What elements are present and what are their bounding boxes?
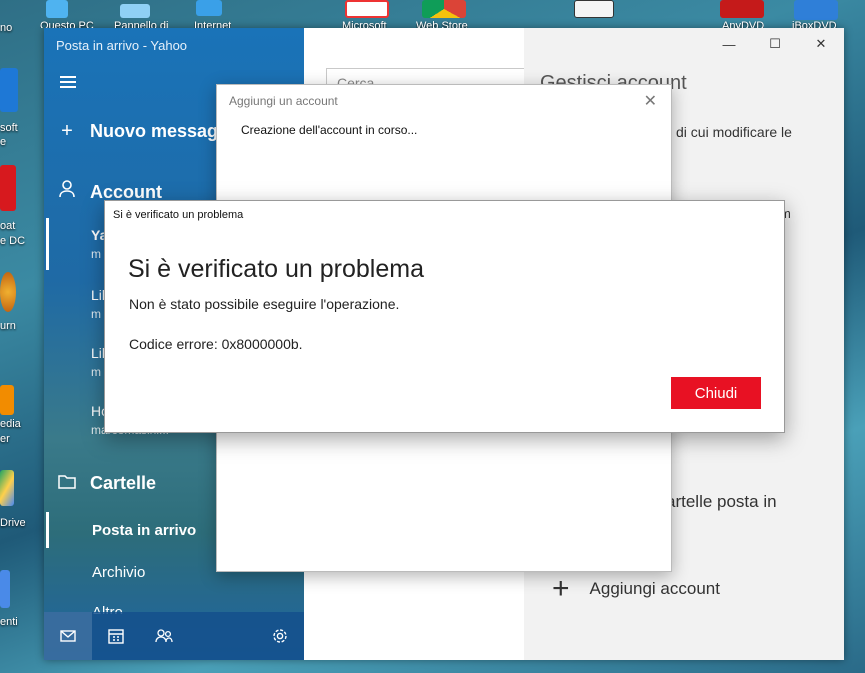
desktop-label-2: e bbox=[0, 136, 7, 148]
minimize-button[interactable]: — bbox=[706, 28, 752, 60]
calendar-icon[interactable] bbox=[92, 612, 140, 660]
desktop-top-label-1: Pannello di bbox=[114, 20, 169, 28]
close-icon[interactable]: ✕ bbox=[644, 91, 657, 111]
bottom-nav bbox=[44, 612, 304, 660]
account-email: m bbox=[91, 307, 101, 321]
desktop-icon-edge[interactable] bbox=[0, 68, 18, 112]
window-controls: — ☐ ✕ bbox=[706, 28, 844, 60]
account-name: Lil bbox=[91, 287, 106, 303]
desktop-icon-drive[interactable] bbox=[0, 470, 14, 506]
account-selected-indicator bbox=[46, 218, 49, 270]
account-email: m bbox=[91, 365, 101, 379]
person-icon bbox=[44, 180, 90, 204]
desktop-icon-anydvd[interactable] bbox=[720, 0, 764, 18]
desktop-label-4: e DC bbox=[0, 235, 26, 247]
desktop-icon-acrobat[interactable] bbox=[0, 165, 16, 211]
dialog-title: Aggiungi un account bbox=[229, 94, 338, 108]
mail-icon[interactable] bbox=[44, 612, 92, 660]
desktop-label-9: enti bbox=[0, 616, 18, 628]
account-item-1[interactable]: Lil m bbox=[91, 286, 105, 324]
desktop-label-3: oat bbox=[0, 220, 16, 232]
desktop-icon-webstore[interactable] bbox=[422, 0, 466, 18]
settings-gear-icon[interactable] bbox=[256, 612, 304, 660]
plus-icon: + bbox=[552, 572, 570, 605]
desktop-top-label-3: Microsoft bbox=[342, 20, 387, 28]
desktop-top-label-0: Questo PC bbox=[40, 20, 94, 28]
error-dialog-caption: Si è verificato un problema bbox=[113, 209, 244, 221]
add-account-label: Aggiungi account bbox=[589, 579, 720, 598]
desktop-icon-internet[interactable] bbox=[196, 0, 222, 16]
window-title: Posta in arrivo - Yahoo bbox=[56, 38, 188, 53]
desktop-icon-iboxdvd[interactable] bbox=[794, 0, 838, 20]
desktop-icon-media[interactable] bbox=[0, 385, 14, 415]
desktop-top-label-2: Internet bbox=[194, 20, 232, 28]
desktop-label-6: edia bbox=[0, 418, 21, 430]
account-name: Lil bbox=[91, 345, 106, 361]
error-heading: Si è verificato un problema bbox=[128, 255, 424, 283]
dialog-status-text: Creazione dell'account in corso... bbox=[241, 123, 418, 137]
folder-inbox[interactable]: Posta in arrivo bbox=[92, 522, 196, 539]
desktop-icon-burn[interactable] bbox=[0, 272, 16, 312]
folder-selected-indicator bbox=[46, 512, 49, 548]
error-code: Codice errore: 0x8000000b. bbox=[129, 336, 303, 352]
settings-description: di cui modificare le bbox=[676, 124, 792, 140]
maximize-button[interactable]: ☐ bbox=[752, 28, 798, 60]
folders-heading-label: Cartelle bbox=[90, 473, 157, 493]
folder-archive[interactable]: Archivio bbox=[92, 564, 145, 581]
hamburger-menu-icon[interactable] bbox=[60, 76, 76, 88]
desktop-label-7: er bbox=[0, 433, 10, 445]
account-item-2[interactable]: Lil m bbox=[91, 344, 105, 382]
desktop-label-0: no bbox=[0, 22, 13, 34]
close-button[interactable]: ✕ bbox=[798, 28, 844, 60]
link-inbox-folders[interactable]: artelle posta in bbox=[666, 492, 777, 512]
desktop-icon-file[interactable] bbox=[574, 0, 614, 18]
desktop-icon-documents[interactable] bbox=[0, 570, 10, 608]
add-account-button[interactable]: + Aggiungi account bbox=[552, 572, 720, 606]
desktop-icon-pannello[interactable] bbox=[120, 4, 150, 18]
desktop-top-label-4: Web Store bbox=[416, 20, 468, 28]
error-message: Non è stato possibile eseguire l'operazi… bbox=[129, 296, 400, 312]
folder-icon bbox=[44, 472, 90, 495]
error-dialog: Si è verificato un problema Si è verific… bbox=[104, 200, 785, 433]
desktop-top-label-7: iBoxDVD bbox=[792, 20, 837, 28]
desktop-icon-microsoft[interactable] bbox=[345, 0, 389, 18]
desktop-top-label-6: AnyDVD bbox=[722, 20, 765, 28]
close-dialog-button[interactable]: Chiudi bbox=[671, 377, 761, 409]
people-icon[interactable] bbox=[140, 612, 188, 660]
desktop-label-5: urn bbox=[0, 320, 16, 332]
desktop-label-1: soft bbox=[0, 122, 18, 134]
desktop-label-8: Drive bbox=[0, 517, 26, 529]
desktop-icon-questo-pc[interactable] bbox=[46, 0, 68, 18]
plus-icon: + bbox=[61, 120, 73, 142]
